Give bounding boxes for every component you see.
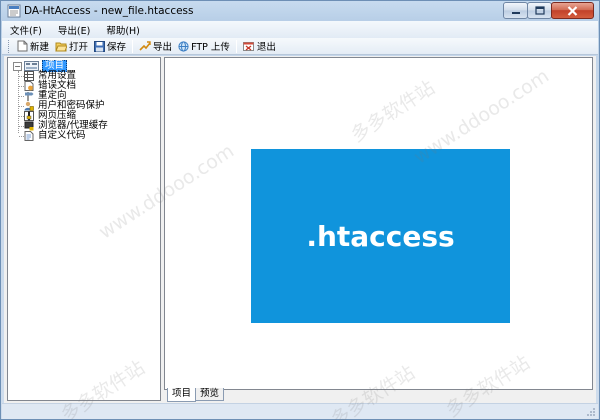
title-bar[interactable]: DA-HtAccess - new_file.htaccess bbox=[1, 1, 599, 21]
export-label: 导出 bbox=[153, 42, 173, 53]
maximize-icon bbox=[534, 6, 545, 15]
main-content-pane: .htaccess bbox=[164, 57, 593, 390]
client-area: − 项目 常用设置 错误文档 重定向 用户和密码保护 网页压缩 浏览器/代理缓存… bbox=[4, 56, 596, 403]
view-tabs: 项目 预览 bbox=[167, 388, 225, 402]
new-label: 新建 bbox=[30, 42, 50, 53]
menu-help[interactable]: 帮助(H) bbox=[98, 23, 148, 37]
close-icon bbox=[567, 5, 578, 16]
toolbar-separator bbox=[132, 39, 134, 53]
tab-project[interactable]: 项目 bbox=[167, 388, 197, 402]
export-icon bbox=[139, 40, 151, 51]
menu-export[interactable]: 导出(E) bbox=[50, 23, 98, 37]
tree-item-custom-code[interactable]: 自定义代码 bbox=[19, 131, 159, 142]
save-disk-icon bbox=[94, 40, 106, 52]
exit-label: 退出 bbox=[256, 42, 276, 53]
app-logo-icon bbox=[7, 4, 21, 18]
export-button[interactable]: 导出 bbox=[136, 39, 175, 53]
open-folder-icon bbox=[55, 42, 68, 51]
menu-file[interactable]: 文件(F) bbox=[2, 23, 50, 37]
new-button[interactable]: 新建 bbox=[14, 39, 52, 53]
ftp-label: FTP 上传 bbox=[191, 42, 230, 53]
cache-icon bbox=[24, 121, 34, 131]
logo-text: .htaccess bbox=[306, 219, 455, 253]
compress-icon bbox=[24, 111, 34, 121]
exit-icon bbox=[242, 41, 254, 51]
close-button[interactable] bbox=[551, 2, 594, 19]
collapse-icon[interactable]: − bbox=[13, 62, 22, 71]
user-lock-icon bbox=[24, 101, 34, 111]
tab-preview[interactable]: 预览 bbox=[195, 388, 225, 401]
redirect-signpost-icon bbox=[25, 92, 34, 101]
project-tree-pane: − 项目 常用设置 错误文档 重定向 用户和密码保护 网页压缩 浏览器/代理缓存… bbox=[7, 57, 161, 401]
ftp-globe-icon bbox=[178, 40, 189, 52]
maximize-button[interactable] bbox=[527, 2, 552, 19]
resize-grip-icon[interactable] bbox=[586, 407, 596, 417]
tree-root[interactable]: − 项目 bbox=[10, 60, 160, 72]
window-title: DA-HtAccess - new_file.htaccess bbox=[24, 5, 194, 17]
open-label: 打开 bbox=[69, 42, 89, 53]
tree-item-label: 自定义代码 bbox=[38, 130, 86, 141]
exit-button[interactable]: 退出 bbox=[240, 39, 279, 53]
save-button[interactable]: 保存 bbox=[91, 39, 129, 53]
new-file-icon bbox=[17, 40, 28, 52]
menu-bar: 文件(F) 导出(E) 帮助(H) bbox=[2, 21, 598, 38]
custom-code-icon bbox=[24, 131, 34, 141]
toolbar-grip[interactable] bbox=[8, 39, 11, 53]
project-folder-icon bbox=[24, 61, 39, 71]
minimize-button[interactable] bbox=[503, 2, 528, 19]
toolbar-separator bbox=[235, 39, 237, 53]
open-button[interactable]: 打开 bbox=[52, 39, 91, 53]
app-window: DA-HtAccess - new_file.htaccess 文件(F) 导出… bbox=[0, 0, 600, 420]
settings-grid-icon bbox=[24, 71, 34, 81]
minimize-icon bbox=[511, 11, 520, 14]
ftp-upload-button[interactable]: FTP 上传 bbox=[175, 39, 233, 53]
save-label: 保存 bbox=[107, 42, 127, 53]
toolbar: 新建 打开 保存 导出 FTP 上传 退出 bbox=[2, 38, 598, 55]
project-tree: − 项目 常用设置 错误文档 重定向 用户和密码保护 网页压缩 浏览器/代理缓存… bbox=[10, 60, 160, 160]
status-bar bbox=[2, 403, 598, 419]
htaccess-logo: .htaccess bbox=[251, 149, 510, 323]
document-error-icon bbox=[24, 81, 34, 91]
caption-buttons bbox=[503, 2, 594, 19]
